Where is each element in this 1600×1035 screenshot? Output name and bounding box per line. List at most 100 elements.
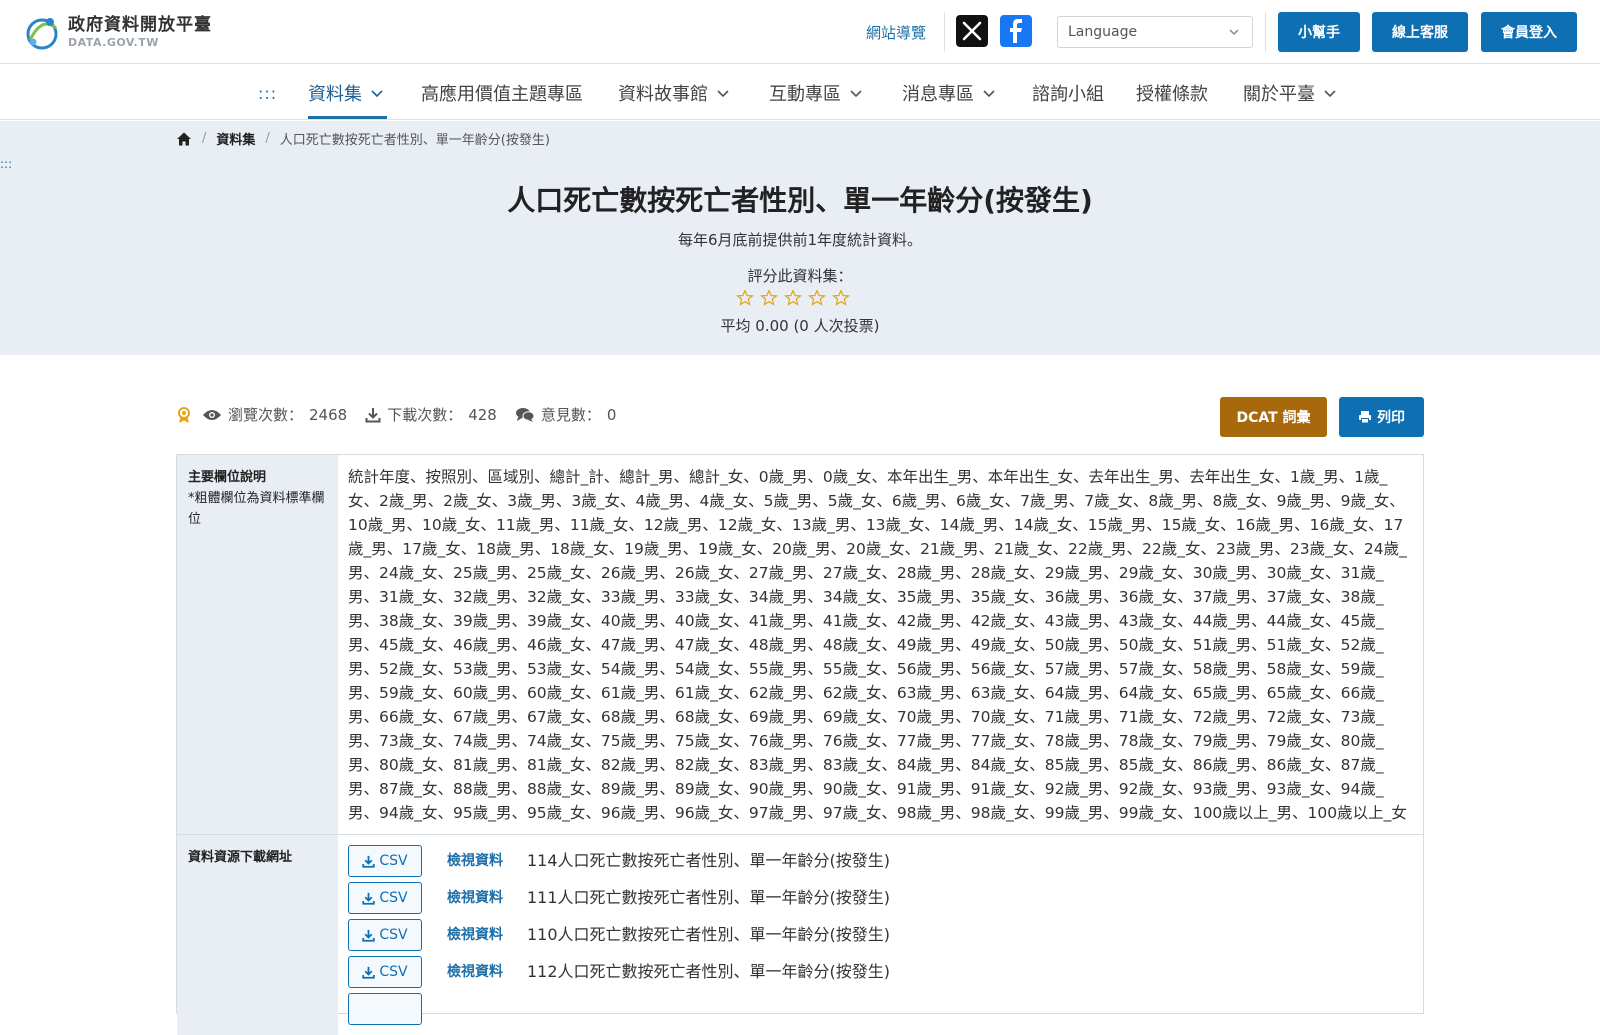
award-badge-icon [178, 406, 190, 423]
nav-item-label: 資料集 [308, 84, 362, 105]
downloads-stat: 下載次數： 428 [365, 404, 497, 425]
chevron-down-icon [1229, 29, 1239, 36]
nav-item-data-stories[interactable]: 資料故事館 [618, 80, 730, 106]
table-row: 主要欄位說明 *粗體欄位為資料標準欄位 統計年度、按照別、區域別、總計_計、總計… [177, 455, 1423, 835]
download-icon [362, 966, 376, 979]
nav-item-label: 授權條款 [1136, 84, 1208, 105]
nav-active-indicator [308, 116, 387, 119]
facebook-icon[interactable] [1000, 15, 1032, 47]
resources-list: CSV 檢視資料 114人口死亡數按死亡者性別、單一年齡分(按發生) CSV 檢… [338, 835, 1423, 1035]
x-twitter-icon[interactable] [956, 15, 988, 47]
comments-count: 0 [606, 405, 617, 424]
resource-item-partial [348, 993, 422, 1025]
language-select[interactable]: Language [1057, 16, 1253, 48]
dataset-hero: / 資料集 / 人口死亡數按死亡者性別、單一年齡分(按發生) ::: 人口死亡數… [0, 121, 1600, 355]
content-accesskey-anchor[interactable]: ::: [0, 157, 12, 171]
table-row: 資料資源下載網址 CSV 檢視資料 114人口死亡數按死亡者性別、單一年齡分(按… [177, 835, 1423, 1035]
fields-title: 主要欄位說明 [188, 470, 267, 485]
csv-label: CSV [379, 890, 408, 906]
divider [944, 12, 945, 52]
nav-item-advisory[interactable]: 諮詢小組 [1032, 80, 1104, 106]
resources-header: 資料資源下載網址 [177, 835, 338, 1035]
nav-item-license[interactable]: 授權條款 [1136, 80, 1208, 106]
nav-item-news[interactable]: 消息專區 [902, 80, 996, 106]
nav-item-label: 關於平臺 [1243, 84, 1315, 105]
language-select-value: Language [1068, 24, 1138, 40]
printer-icon [1359, 411, 1371, 424]
dataset-description: 每年6月底前提供前1年度統計資料。 [677, 231, 923, 249]
nav-item-about[interactable]: 關於平臺 [1243, 80, 1337, 106]
views-label: 瀏覽次數： [228, 406, 304, 424]
downloads-label: 下載次數： [387, 406, 463, 424]
view-data-link[interactable]: 檢視資料 [447, 960, 527, 984]
fields-list: 統計年度、按照別、區域別、總計_計、總計_男、總計_女、0歲_男、0歲_女、本年… [348, 468, 1407, 822]
comments-label: 意見數： [540, 406, 601, 424]
views-stat: 瀏覽次數： 2468 [202, 404, 347, 425]
nav-item-high-value[interactable]: 高應用價值主題專區 [421, 80, 583, 106]
home-icon[interactable] [176, 131, 192, 147]
dataset-details-table: 主要欄位說明 *粗體欄位為資料標準欄位 統計年度、按照別、區域別、總計_計、總計… [176, 454, 1424, 1035]
resources-title: 資料資源下載網址 [188, 850, 293, 865]
downloads-count: 428 [468, 405, 497, 424]
views-count: 2468 [309, 405, 348, 424]
top-header: 政府資料開放平臺 DATA.GOV.TW 網站導覽 Language 小幫手 線… [0, 0, 1600, 64]
logo-icon [26, 18, 58, 50]
member-login-button[interactable]: 會員登入 [1481, 12, 1577, 52]
resource-name: 114人口死亡數按死亡者性別、單一年齡分(按發生) [527, 851, 891, 870]
csv-download-button[interactable]: CSV [348, 956, 422, 988]
comments-icon [515, 407, 535, 422]
view-data-link[interactable]: 檢視資料 [447, 886, 527, 910]
nav-item-datasets[interactable]: 資料集 [308, 80, 384, 106]
breadcrumb-current: 人口死亡數按死亡者性別、單一年齡分(按發生) [279, 133, 550, 148]
csv-download-button[interactable]: CSV [348, 882, 422, 914]
resource-name: 112人口死亡數按死亡者性別、單一年齡分(按發生) [527, 962, 891, 981]
star-icon[interactable] [736, 289, 754, 307]
csv-label: CSV [379, 927, 408, 943]
star-icon[interactable] [760, 289, 778, 307]
nav-item-label: 高應用價值主題專區 [421, 84, 583, 105]
resource-item: CSV 檢視資料 111人口死亡數按死亡者性別、單一年齡分(按發生) [348, 882, 890, 914]
fields-header: 主要欄位說明 *粗體欄位為資料標準欄位 [177, 455, 338, 834]
nav-item-interactive[interactable]: 互動專區 [769, 80, 863, 106]
sitemap-link[interactable]: 網站導覽 [866, 22, 926, 43]
csv-download-button[interactable]: CSV [348, 919, 422, 951]
online-service-button[interactable]: 線上客服 [1372, 12, 1468, 52]
dataset-stats: 瀏覽次數： 2468 下載次數： 428 意見數： 0 [176, 404, 624, 425]
site-logo[interactable]: 政府資料開放平臺 DATA.GOV.TW [22, 12, 212, 52]
nav-item-label: 資料故事館 [618, 84, 708, 105]
star-icon[interactable] [808, 289, 826, 307]
main-nav: ::: 資料集 高應用價值主題專區 資料故事館 互動專區 消息專區 諮詢小組 授… [0, 64, 1600, 120]
csv-download-button[interactable] [348, 993, 422, 1025]
print-button[interactable]: 列印 [1339, 397, 1424, 437]
fields-note: *粗體欄位為資料標準欄位 [188, 491, 325, 527]
view-data-link[interactable]: 檢視資料 [447, 923, 527, 947]
resource-item: CSV 檢視資料 110人口死亡數按死亡者性別、單一年齡分(按發生) [348, 919, 890, 951]
breadcrumb-separator: / [265, 131, 270, 146]
nav-item-label: 互動專區 [769, 84, 841, 105]
logo-title: 政府資料開放平臺 [68, 14, 212, 35]
csv-label: CSV [379, 853, 408, 869]
breadcrumb-datasets[interactable]: 資料集 [216, 129, 255, 148]
download-icon [365, 407, 381, 422]
resource-name: 111人口死亡數按死亡者性別、單一年齡分(按發生) [527, 888, 891, 907]
help-button[interactable]: 小幫手 [1278, 12, 1360, 52]
print-label: 列印 [1377, 410, 1405, 426]
dcat-vocabulary-button[interactable]: DCAT 詞彙 [1220, 397, 1327, 437]
eye-icon [203, 409, 221, 420]
nav-item-label: 諮詢小組 [1032, 84, 1104, 105]
page-title: 人口死亡數按死亡者性別、單一年齡分(按發生) [507, 184, 1093, 217]
average-rating: 平均 0.00 (0 人次投票) [720, 317, 880, 335]
csv-download-button[interactable]: CSV [348, 845, 422, 877]
download-icon [362, 892, 376, 905]
nav-item-label: 消息專區 [902, 84, 974, 105]
chevron-down-icon [717, 90, 729, 98]
view-data-link[interactable]: 檢視資料 [447, 849, 527, 873]
download-icon [362, 929, 376, 942]
star-icon[interactable] [784, 289, 802, 307]
accesskey-anchor[interactable]: ::: [258, 84, 277, 103]
star-icon[interactable] [832, 289, 850, 307]
csv-label: CSV [379, 964, 408, 980]
divider [1265, 12, 1266, 52]
chevron-down-icon [983, 90, 995, 98]
logo-subtitle: DATA.GOV.TW [68, 35, 159, 49]
